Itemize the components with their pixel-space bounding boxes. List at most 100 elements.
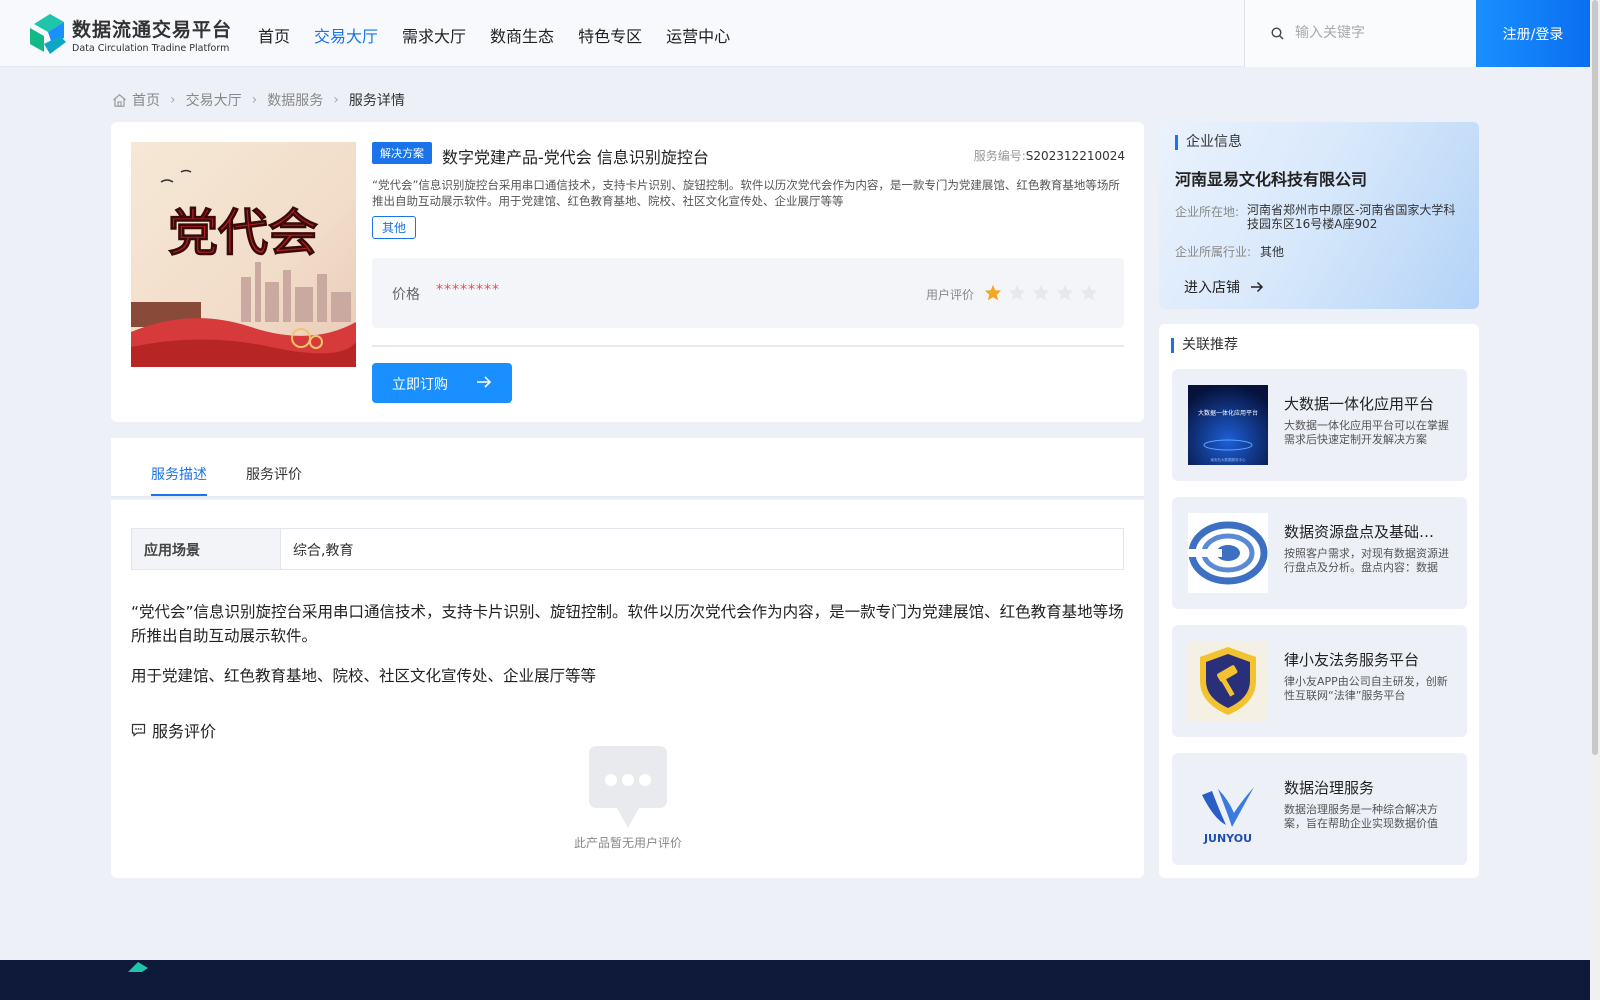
order-now-button[interactable]: 立即订购 — [372, 363, 512, 403]
category-tag[interactable]: 其他 — [372, 216, 417, 239]
scene-label: 应用场景 — [132, 529, 280, 569]
recommend-title: 数据资源盘点及基础梳理服务 — [1284, 523, 1449, 541]
recommend-item[interactable]: 大数据一体化应用平台 南安兆大数据服务中心 大数据一体化应用平台 大数据一体化应… — [1172, 369, 1467, 481]
platform-logo[interactable]: 数据流通交易平台 Data Circulation Tradine Platfo… — [30, 14, 233, 56]
recommend-item[interactable]: JUNYOU 数据治理服务 数据治理服务是一种综合解决方案，旨在帮助企业实现数据… — [1172, 753, 1467, 865]
star-empty-icon — [1032, 284, 1050, 301]
recommend-title: 大数据一体化应用平台 — [1284, 395, 1435, 413]
recommend-heading: 关联推荐 — [1171, 338, 1238, 353]
scene-value: 综合,教育 — [280, 529, 1123, 569]
service-number-label: 服务编号: — [973, 149, 1026, 163]
scrollbar-thumb[interactable] — [1592, 0, 1598, 755]
star-empty-icon — [1080, 284, 1098, 301]
comment-icon — [131, 723, 146, 737]
star — [1008, 284, 1026, 305]
recommend-desc: 数据治理服务是一种综合解决方案，旨在帮助企业实现数据价值 — [1284, 803, 1438, 830]
product-description: “党代会”信息识别旋控台采用串口通信技术，支持卡片识别、旋钮控制。软件以历次党代… — [372, 178, 1120, 208]
recommend-item[interactable]: 数据资源盘点及基础梳理服务 按照客户需求，对现有数据资源进行盘点及分析。盘点内容… — [1172, 497, 1467, 609]
logo-icon — [30, 14, 66, 54]
home-icon — [113, 93, 126, 107]
login-register-button[interactable]: 注册/登录 — [1476, 0, 1590, 67]
detail-tabs: 服务描述 服务评价 — [111, 438, 1144, 498]
footer-logo-icon — [128, 962, 148, 972]
arrow-right-icon — [1251, 281, 1264, 293]
enter-store-link[interactable]: 进入店铺 — [1184, 277, 1264, 297]
thumb-caption: 南安兆大数据服务中心 — [1211, 457, 1246, 462]
empty-review-text: 此产品暂无用户评价 — [573, 836, 682, 850]
main-nav: 首页 交易大厅 需求大厅 数商生态 特色专区 运营中心 — [258, 23, 754, 47]
chevron-right-icon: › — [251, 92, 258, 108]
star-empty-icon — [1008, 284, 1026, 301]
recommend-desc: 大数据一体化应用平台可以在掌握需求后快速定制开发解决方案 — [1284, 419, 1449, 446]
company-heading: 企业信息 — [1175, 135, 1242, 150]
company-industry-label: 企业所属行业: — [1175, 245, 1252, 259]
price-value: ******** — [436, 282, 500, 298]
star-empty-icon — [1056, 284, 1074, 301]
price-label: 价格 — [392, 287, 420, 303]
recommend-desc: 按照客户需求，对现有数据资源进行盘点及分析。盘点内容：数据 — [1284, 547, 1449, 574]
empty-comment-icon — [589, 746, 667, 828]
search-box — [1244, 0, 1476, 67]
logo-subtitle: Data Circulation Tradine Platform — [72, 43, 230, 54]
order-now-label: 立即订购 — [392, 377, 448, 393]
nav-demand-hall[interactable]: 需求大厅 — [402, 23, 466, 47]
nav-featured[interactable]: 特色专区 — [578, 23, 642, 47]
svg-text:党代会: 党代会 — [168, 203, 318, 262]
chevron-right-icon: › — [333, 92, 339, 108]
service-number-value: S202312210024 — [1025, 149, 1125, 163]
product-title: 数字党建产品-党代会 信息识别旋控台 — [442, 148, 709, 167]
page-footer — [0, 960, 1590, 1000]
breadcrumb-current: 服务详情 — [348, 93, 405, 109]
thumb-text: 大数据一体化应用平台 — [1198, 409, 1258, 417]
breadcrumb-home[interactable]: 首页 — [132, 90, 160, 110]
breadcrumb-trading-hall[interactable]: 交易大厅 — [186, 90, 242, 110]
top-navbar: 数据流通交易平台 Data Circulation Tradine Platfo… — [0, 0, 1590, 67]
nav-home[interactable]: 首页 — [258, 23, 290, 47]
tab-service-reviews[interactable]: 服务评价 — [246, 464, 302, 484]
chevron-right-icon: › — [170, 92, 176, 108]
arrow-right-icon — [477, 376, 492, 388]
recommend-thumbnail: 大数据一体化应用平台 南安兆大数据服务中心 — [1188, 385, 1268, 465]
description-paragraph-1: “党代会”信息识别旋控台采用串口通信技术，支持卡片识别、旋钮控制。软件以历次党代… — [131, 603, 1124, 645]
star — [984, 284, 1002, 305]
recommend-thumbnail: JUNYOU — [1188, 769, 1268, 849]
price-box: 价格 ******** 用户评价 — [372, 258, 1124, 328]
breadcrumb: 首页 › 交易大厅 › 数据服务 › 服务详情 — [112, 90, 405, 110]
enter-store-label: 进入店铺 — [1184, 280, 1240, 296]
page-scrollbar[interactable] — [1590, 0, 1600, 1000]
recommend-thumbnail — [1188, 513, 1268, 593]
nav-operations[interactable]: 运营中心 — [666, 23, 730, 47]
company-info-card: 企业信息 河南显易文化科技有限公司 企业所在地: 河南省郑州市中原区-河南省国家… — [1159, 122, 1479, 309]
company-location-label: 企业所在地: — [1175, 205, 1240, 219]
rating-label: 用户评价 — [926, 288, 975, 302]
company-location: 河南省郑州市中原区-河南省国家大学科技园东区16号楼A座902 — [1247, 203, 1456, 231]
tab-service-description[interactable]: 服务描述 — [151, 464, 207, 484]
recommend-title: 数据治理服务 — [1284, 779, 1375, 797]
divider — [372, 345, 1124, 347]
breadcrumb-data-service[interactable]: 数据服务 — [267, 90, 323, 110]
recommend-item[interactable]: 律小友法务服务平台 律小友APP由公司自主研发，创新性互联网“法律”服务平台 — [1172, 625, 1467, 737]
search-input[interactable] — [1295, 22, 1465, 44]
star — [1056, 284, 1074, 305]
solution-tag: 解决方案 — [372, 142, 432, 164]
review-heading: 服务评价 — [131, 718, 216, 742]
company-industry: 其他 — [1260, 245, 1285, 259]
logo-title: 数据流通交易平台 — [72, 19, 233, 41]
nav-trading-hall[interactable]: 交易大厅 — [314, 23, 378, 47]
recommend-title: 律小友法务服务平台 — [1284, 651, 1420, 669]
product-image: 党代会 — [131, 142, 356, 367]
star-rating — [984, 284, 1104, 305]
related-recommendations: 关联推荐 大数据一体化应用平台 南安兆大数据服务中心 大数据一体化应用平台 大数… — [1159, 324, 1479, 878]
active-tab-indicator — [151, 494, 207, 496]
review-heading-label: 服务评价 — [152, 722, 217, 741]
search-icon[interactable] — [1271, 27, 1284, 40]
thumb-text: JUNYOU — [1203, 832, 1252, 845]
recommend-thumbnail — [1188, 641, 1268, 721]
company-name: 河南显易文化科技有限公司 — [1175, 170, 1368, 189]
star — [1032, 284, 1050, 305]
service-number: 服务编号:S202312210024 — [974, 147, 1125, 164]
star — [1080, 284, 1098, 305]
description-paragraph-2: 用于党建馆、红色教育基地、院校、社区文化宣传处、企业展厅等等 — [131, 667, 597, 685]
nav-ecosystem[interactable]: 数商生态 — [490, 23, 554, 47]
application-scene-row: 应用场景 综合,教育 — [131, 528, 1124, 570]
